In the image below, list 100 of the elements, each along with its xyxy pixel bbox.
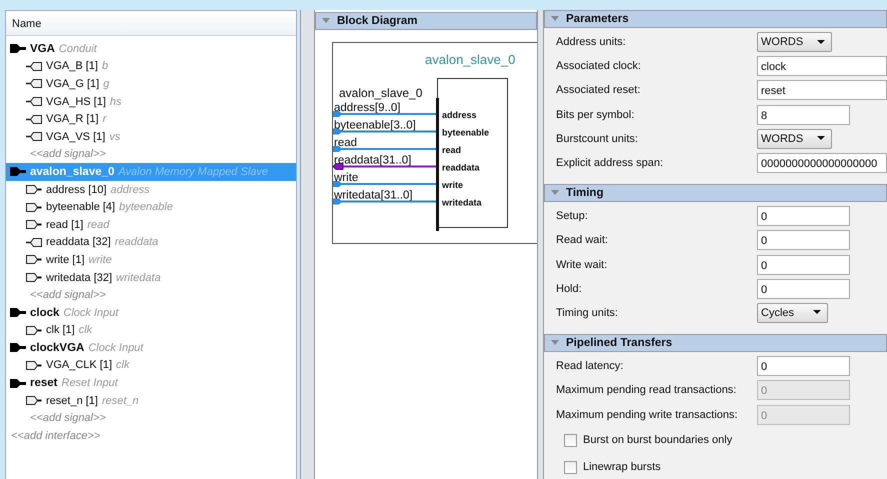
pin-label: address <box>442 110 477 120</box>
section-header[interactable]: Pipelined Transfers <box>544 334 887 352</box>
output-port-icon <box>26 97 42 106</box>
signal-name[interactable]: VGA_B [1] <box>46 60 98 72</box>
field-label: Read latency: <box>555 360 624 372</box>
input-field[interactable]: reset <box>757 80 887 100</box>
collapse-icon[interactable] <box>551 340 559 346</box>
collapse-icon[interactable] <box>322 18 330 24</box>
signal-role: vs <box>109 130 120 143</box>
input-field[interactable]: 0 <box>757 254 850 275</box>
input-field[interactable]: 0 <box>757 278 850 299</box>
checkbox-label: Burst on burst boundaries only <box>583 434 732 446</box>
interface-row[interactable]: reset Reset Input <box>6 374 296 392</box>
interface-type: Reset Input <box>62 377 118 390</box>
interface-type: Clock Input <box>88 342 144 354</box>
signal-name[interactable]: VGA_VS [1] <box>46 130 106 143</box>
signal-name[interactable]: clk [1] <box>46 324 75 336</box>
field-label: Address units: <box>555 36 627 48</box>
output-port-icon <box>26 238 42 247</box>
signal-role: b <box>102 60 108 72</box>
signal-role: readdata <box>114 236 158 248</box>
panel-title: Block Diagram <box>337 15 418 27</box>
dropdown[interactable]: WORDS <box>757 128 832 149</box>
dropdown[interactable]: WORDS <box>757 32 832 52</box>
interface-icon <box>10 44 26 54</box>
signal-name[interactable]: VGA_HS [1] <box>46 96 106 108</box>
section-header[interactable]: Timing <box>544 184 887 202</box>
collapse-icon[interactable] <box>551 16 559 22</box>
input-port-icon <box>26 326 42 335</box>
splitter[interactable] <box>537 10 544 479</box>
signal-name[interactable]: VGA_CLK [1] <box>46 359 112 372</box>
pin-label: write <box>442 180 464 190</box>
section-title: Timing <box>566 187 604 200</box>
add-signal-link[interactable]: <<add signal>> <box>6 286 296 304</box>
input-field[interactable]: 0 <box>757 356 850 376</box>
signal-name[interactable]: readdata [32] <box>46 236 111 248</box>
input-field[interactable]: 8 <box>757 104 850 125</box>
interface-type: Conduit <box>58 42 97 55</box>
field-label: Burstcount units: <box>555 132 639 145</box>
input-field[interactable]: 0000000000000000000 <box>757 153 887 174</box>
checkbox-label: Linewrap bursts <box>583 461 661 474</box>
interface-name: VGA <box>30 42 55 55</box>
input-port-icon <box>26 273 42 282</box>
signal-role: address <box>110 184 150 196</box>
field-label: Read wait: <box>555 234 609 246</box>
port-label: readdata[31..0] <box>334 154 412 166</box>
port-label: byteenable[3..0] <box>334 120 416 132</box>
input-port-icon <box>26 220 42 230</box>
input-port-icon <box>26 360 42 370</box>
signal-role: reset_n <box>102 394 139 407</box>
signal-name[interactable]: write [1] <box>46 254 85 266</box>
signal-name[interactable]: VGA_G [1] <box>46 78 100 90</box>
signal-role: clk <box>116 359 130 372</box>
input-field[interactable]: 0 <box>757 206 850 226</box>
signal-role: read <box>87 218 110 231</box>
signal-name[interactable]: read [1] <box>46 218 84 231</box>
port-label: write <box>334 172 358 184</box>
component-block[interactable] <box>437 78 508 228</box>
interface-label: avalon_slave_0 <box>339 86 422 100</box>
interface-name: reset <box>30 377 58 390</box>
section-header[interactable]: Parameters <box>544 10 887 28</box>
input-field[interactable]: clock <box>757 56 887 76</box>
interface-name: clock <box>30 306 60 319</box>
add-interface-link[interactable]: <<add interface>> <box>6 427 296 445</box>
field-label: Maximum pending write transactions: <box>555 408 739 421</box>
port-label: address[9..0] <box>334 102 400 114</box>
checkbox[interactable] <box>564 434 577 447</box>
field-label: Timing units: <box>555 306 619 319</box>
output-port-icon <box>26 79 42 88</box>
panel-header[interactable]: Block Diagram <box>315 12 537 30</box>
output-port-icon <box>26 114 42 124</box>
dropdown[interactable]: Cycles <box>757 302 828 323</box>
caret-icon <box>817 136 826 142</box>
input-field[interactable]: 0 <box>757 230 850 250</box>
field-label: Associated clock: <box>555 60 642 72</box>
interface-icon <box>10 308 26 318</box>
signal-role: clk <box>78 324 92 336</box>
interface-icon <box>10 378 26 388</box>
field-label: Explicit address span: <box>555 157 664 170</box>
interface-name: clockVGA <box>30 342 84 354</box>
interface-row[interactable]: clock Clock Input <box>6 304 296 322</box>
splitter[interactable] <box>300 10 315 479</box>
interface-name: avalon_slave_0 <box>30 166 114 178</box>
section-title: Parameters <box>566 13 629 25</box>
signal-name[interactable]: writedata [32] <box>46 272 112 284</box>
add-signal-link[interactable]: <<add signal>> <box>6 409 296 428</box>
interface-row[interactable]: VGA Conduit <box>6 40 296 58</box>
add-signal-link[interactable]: <<add signal>> <box>6 146 296 164</box>
signal-name[interactable]: byteenable [4] <box>46 201 116 214</box>
signal-name[interactable]: address [10] <box>46 184 107 196</box>
collapse-icon[interactable] <box>551 190 559 196</box>
signal-name[interactable]: reset_n [1] <box>46 394 98 407</box>
interface-icon <box>10 167 26 176</box>
checkbox[interactable] <box>564 460 577 474</box>
field-label: Associated reset: <box>555 84 642 96</box>
signal-role: write <box>88 254 112 266</box>
port-label: read <box>334 137 358 149</box>
input-port-icon <box>26 255 42 264</box>
interface-row[interactable]: clockVGA Clock Input <box>6 339 296 357</box>
signal-name[interactable]: VGA_R [1] <box>46 113 99 126</box>
